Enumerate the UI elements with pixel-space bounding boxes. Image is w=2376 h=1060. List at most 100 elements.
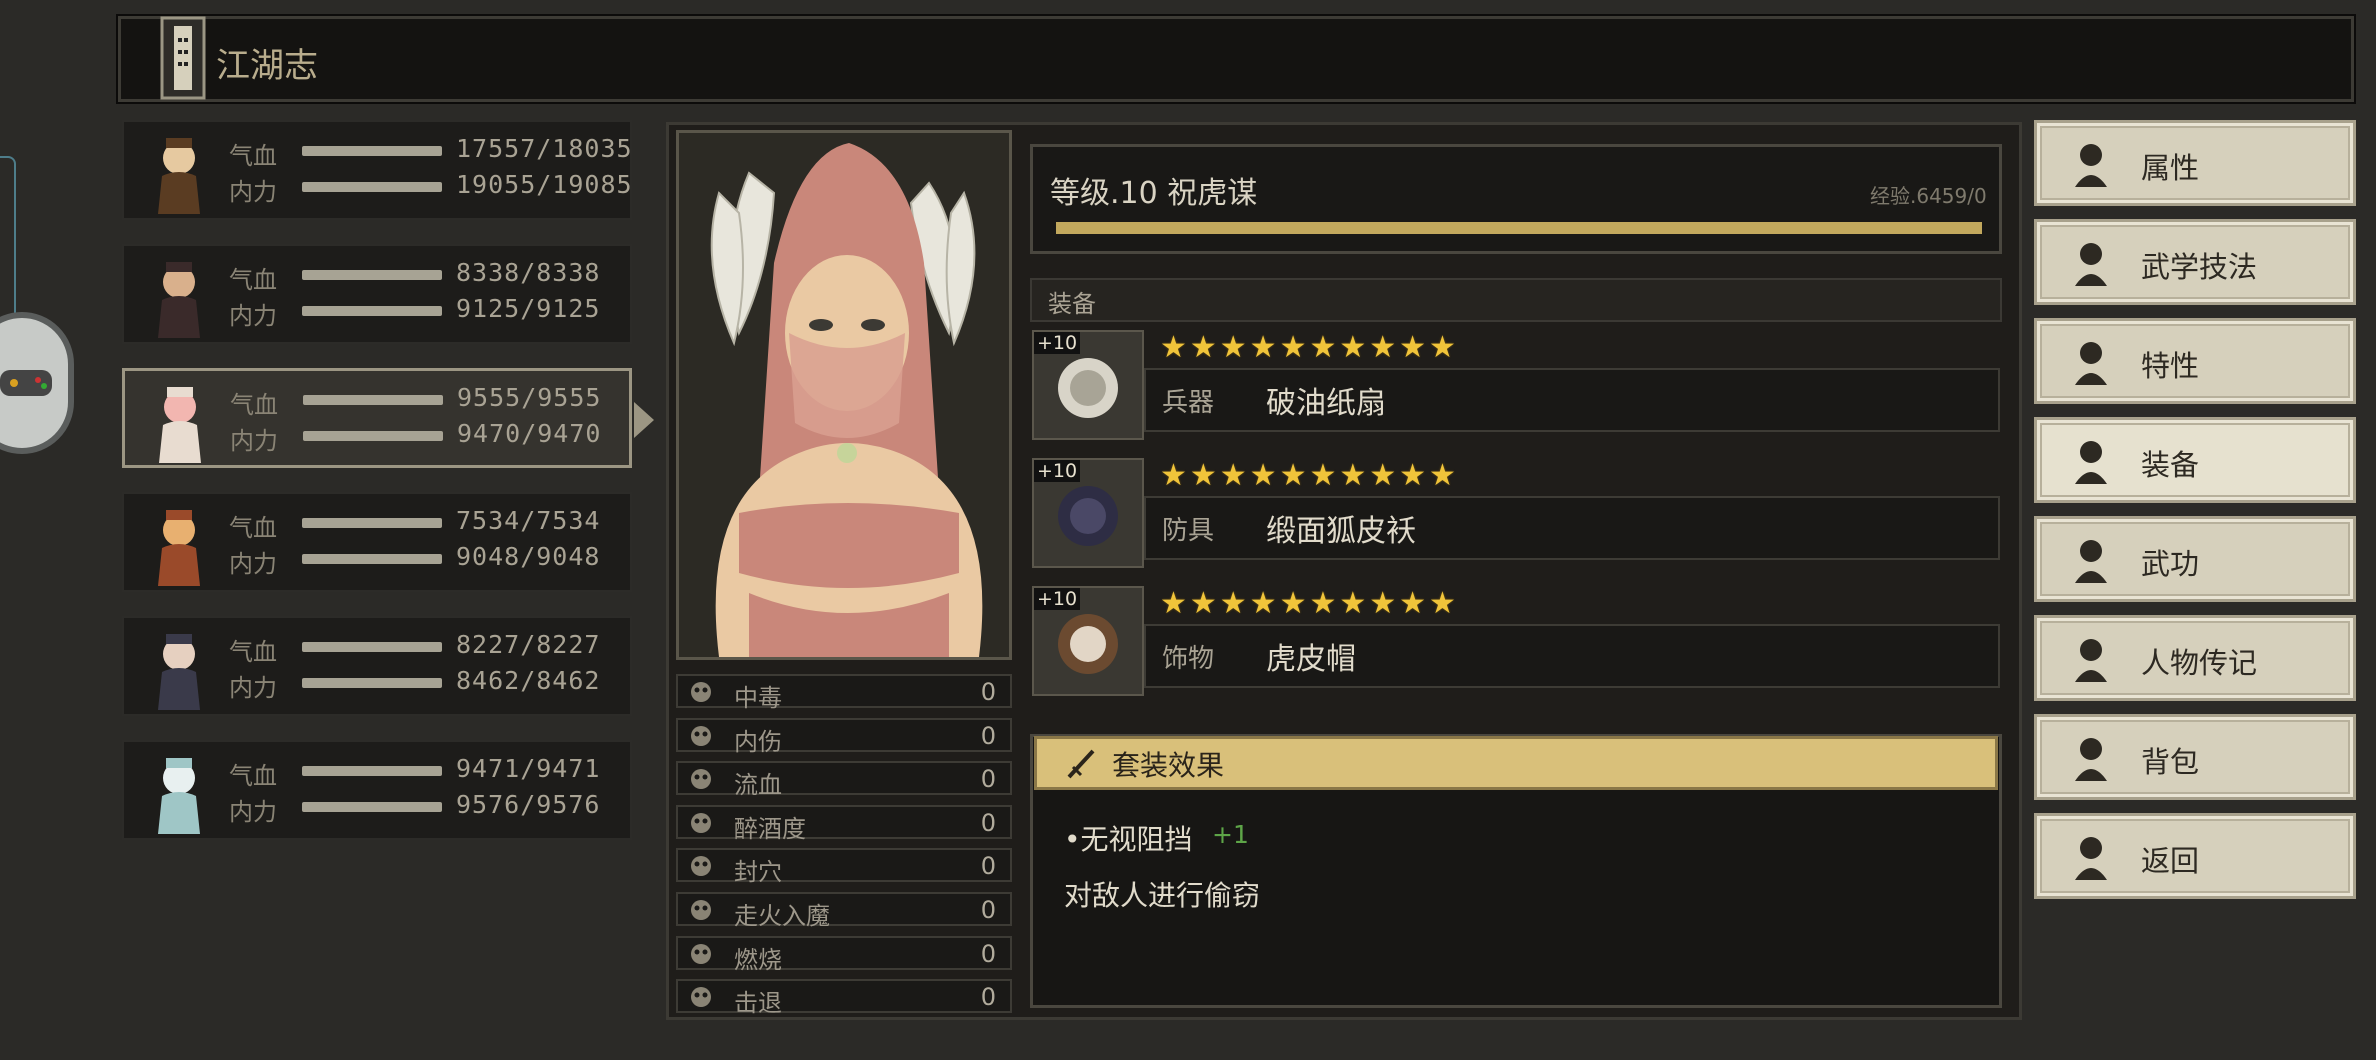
menu-button-6[interactable]: 人物传记 (2034, 615, 2356, 701)
status-effect-value: 0 (980, 939, 996, 968)
status-effect-row: 击退 0 (676, 979, 1012, 1017)
equipment-header-label: 装备 (1048, 290, 1096, 318)
page-title: 江湖志 (216, 46, 318, 86)
status-effect-name: 燃烧 (734, 945, 782, 974)
party-member-portrait (136, 128, 222, 216)
mp-label: 内力 (230, 427, 278, 455)
party-member-card[interactable]: 气血 8227/8227 内力 8462/8462 (122, 616, 632, 716)
character-portrait (676, 130, 1012, 660)
character-level-name: 等级.10 祝虎谋 (1050, 176, 1258, 211)
menu-button-4[interactable]: 装备 (2034, 417, 2356, 503)
gamepad-float-button[interactable] (0, 312, 74, 454)
enhance-level: +10 (1034, 332, 1081, 354)
party-member-card[interactable]: 气血 8338/8338 内力 9125/9125 (122, 244, 632, 344)
party-member-portrait (137, 377, 223, 465)
enhance-level: +10 (1034, 460, 1081, 482)
mp-value: 9470/9470 (457, 419, 602, 448)
status-effect-row: 流血 0 (676, 761, 1012, 799)
menu-button-label: 返回 (2141, 844, 2200, 878)
title-bar (116, 14, 2356, 104)
menu-button-1[interactable]: 属性 (2034, 120, 2356, 206)
set-effect-bonus: +1 (1212, 820, 1249, 849)
hp-bar (303, 395, 443, 405)
mp-label: 内力 (229, 550, 277, 578)
mp-value: 9048/9048 (456, 542, 601, 571)
hp-label: 气血 (229, 762, 277, 790)
equipment-header (1030, 278, 2002, 322)
status-effect-row: 燃烧 0 (676, 935, 1012, 974)
mp-value: 8462/8462 (456, 666, 601, 695)
hp-value: 7534/7534 (456, 506, 601, 535)
party-member-card[interactable]: 气血 9555/9555 内力 9470/9470 (122, 368, 632, 468)
menu-button-label: 属性 (2141, 151, 2200, 185)
hp-label: 气血 (229, 638, 277, 666)
status-effect-value: 0 (980, 808, 996, 837)
equipment-name: 破油纸扇 (1266, 386, 1386, 421)
equipment-star-rating: ★★★★★★★★★★ (1160, 586, 1459, 621)
experience-text: 经验.6459/0 (1870, 184, 1987, 208)
selection-arrow-icon (632, 400, 656, 444)
menu-button-label: 特性 (2141, 349, 2200, 383)
status-effect-row: 封穴 0 (676, 848, 1012, 886)
status-effect-value: 0 (980, 983, 996, 1012)
menu-button-label: 背包 (2141, 745, 2200, 779)
mp-bar (302, 182, 442, 192)
status-effect-value: 0 (980, 765, 996, 794)
mp-label: 内力 (229, 178, 277, 206)
party-member-card[interactable]: 气血 7534/7534 内力 9048/9048 (122, 492, 632, 592)
hp-bar (302, 270, 442, 280)
party-member-card[interactable]: 气血 9471/9471 内力 9576/9576 (122, 740, 632, 840)
enhance-level: +10 (1034, 588, 1081, 610)
drunk-face-icon (688, 810, 714, 836)
menu-button-label: 人物传记 (2141, 646, 2258, 680)
hp-value: 8338/8338 (456, 258, 601, 287)
skull-icon (688, 679, 714, 705)
hp-bar (302, 518, 442, 528)
menu-button-3[interactable]: 特性 (2034, 318, 2356, 404)
boot-icon (688, 984, 714, 1010)
menu-button-5[interactable]: 武功 (2034, 516, 2356, 602)
status-effect-value: 0 (980, 721, 996, 750)
gamepad-icon (0, 370, 52, 396)
mp-label: 内力 (229, 302, 277, 330)
skill-book-icon (2065, 533, 2117, 587)
equipment-star-rating: ★★★★★★★★★★ (1160, 330, 1459, 365)
trait-icon (2065, 335, 2117, 389)
status-effect-value: 0 (980, 852, 996, 881)
menu-button-label: 武学技法 (2141, 250, 2258, 284)
status-effect-name: 击退 (734, 989, 782, 1018)
status-effect-name: 醉酒度 (734, 814, 806, 843)
status-effect-name: 流血 (734, 771, 782, 800)
bag-icon (2065, 731, 2117, 785)
hp-bar (302, 642, 442, 652)
hp-value: 9471/9471 (456, 754, 601, 783)
character-attributes-icon (2065, 137, 2117, 191)
status-effect-row: 走火入魔 0 (676, 892, 1012, 930)
equipment-name: 虎皮帽 (1266, 642, 1356, 677)
experience-bar-fill (1056, 222, 1982, 234)
status-effect-name: 中毒 (734, 684, 782, 712)
set-effect-name: •无视阻挡 (1064, 823, 1193, 856)
party-member-card[interactable]: 气血 17557/18035 内力 19055/19085 (122, 120, 632, 220)
party-member-portrait (136, 624, 222, 712)
status-effect-row: 内伤 0 (676, 717, 1012, 756)
menu-button-2[interactable]: 武学技法 (2034, 219, 2356, 305)
menu-button-7[interactable]: 背包 (2034, 714, 2356, 800)
menu-button-label: 装备 (2141, 448, 2200, 482)
mp-bar (302, 306, 442, 316)
door-icon (2065, 830, 2117, 884)
party-member-portrait (136, 748, 222, 836)
demon-skull-icon (688, 897, 714, 923)
scroll-book-icon (160, 16, 206, 100)
menu-button-8[interactable]: 返回 (2034, 813, 2356, 899)
sword-icon (1067, 749, 1095, 779)
hp-value: 9555/9555 (457, 383, 602, 412)
sword-icon (2065, 434, 2117, 488)
mp-bar (302, 678, 442, 688)
mp-value: 19055/19085 (456, 170, 633, 199)
status-effect-name: 封穴 (734, 858, 782, 887)
hp-label: 气血 (229, 266, 277, 294)
mp-bar (302, 554, 442, 564)
blood-drop-icon (688, 766, 714, 792)
menu-button-label: 武功 (2141, 547, 2200, 581)
